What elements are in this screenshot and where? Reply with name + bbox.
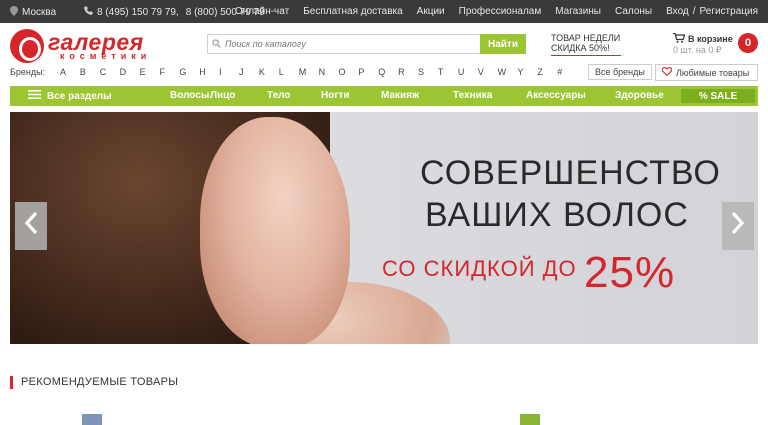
brand-letter[interactable]: W xyxy=(498,67,518,77)
favorites-label: Любимые товары xyxy=(676,67,750,78)
slider-next-button[interactable] xyxy=(722,202,754,250)
brand-letter[interactable]: Q xyxy=(378,67,398,77)
brand-letter[interactable]: F xyxy=(159,67,179,77)
link-free-delivery[interactable]: Бесплатная доставка xyxy=(303,6,402,17)
cart-title-row: В корзине xyxy=(673,32,733,45)
nav-item-accessories[interactable]: Аксессуары xyxy=(526,90,586,101)
brand-letter[interactable]: # xyxy=(557,67,577,77)
all-brands-button[interactable]: Все бренды xyxy=(588,64,652,80)
search-input[interactable] xyxy=(225,39,465,49)
brand-letter[interactable]: R xyxy=(398,67,418,77)
promo-line-1: ТОВАР НЕДЕЛИ xyxy=(551,33,621,43)
recommended-heading: РЕКОМЕНДУЕМЫЕ ТОВАРЫ xyxy=(10,375,178,389)
search-button[interactable]: Найти xyxy=(480,34,526,54)
auth-separator: / xyxy=(692,6,696,17)
phone-1[interactable]: 8 (495) 150 79 79, xyxy=(97,7,179,18)
location-pin-icon xyxy=(10,6,18,19)
brand-letter[interactable]: A xyxy=(60,67,80,77)
cart-icon xyxy=(673,32,686,45)
brand-letter[interactable]: N xyxy=(319,67,339,77)
nav-item-nails[interactable]: Ногти xyxy=(321,90,350,101)
cart-count-badge: 0 xyxy=(738,33,758,53)
link-salons[interactable]: Салоны xyxy=(615,6,652,17)
auth-links: Вход / Регистрация xyxy=(666,6,758,17)
nav-sale-button[interactable]: % SALE xyxy=(681,89,755,103)
brand-letter[interactable]: D xyxy=(120,67,140,77)
section-accent-bar xyxy=(10,375,13,389)
product-thumbnail[interactable] xyxy=(520,414,540,425)
brand-letter[interactable]: J xyxy=(239,67,259,77)
recommended-title: РЕКОМЕНДУЕМЫЕ ТОВАРЫ xyxy=(21,376,179,388)
brand-letter[interactable]: B xyxy=(80,67,100,77)
promo-line-2: СКИДКА 50%! xyxy=(551,43,610,53)
brand-letter[interactable]: P xyxy=(358,67,378,77)
product-thumbnail[interactable] xyxy=(82,414,102,425)
brand-letter[interactable]: Y xyxy=(517,67,537,77)
brand-letter[interactable]: V xyxy=(478,67,498,77)
top-bar: Москва 8 (495) 150 79 79, 8 (800) 500 79… xyxy=(0,0,768,23)
brand-letter[interactable]: T xyxy=(438,67,458,77)
menu-icon xyxy=(28,90,41,102)
promo-week[interactable]: ТОВАР НЕДЕЛИ СКИДКА 50%! xyxy=(551,33,621,56)
banner-headline-2: ВАШИХ ВОЛОС xyxy=(425,196,689,234)
link-promotions[interactable]: Акции xyxy=(417,6,445,17)
nav-item-face[interactable]: Лицо xyxy=(210,90,235,101)
promo-underline xyxy=(551,55,621,56)
favorites-button[interactable]: Любимые товары xyxy=(655,64,758,81)
search-field xyxy=(207,34,480,54)
nav-item-makeup[interactable]: Макияж xyxy=(381,90,419,101)
phone-icon xyxy=(84,6,93,18)
brand-letter[interactable]: C xyxy=(100,67,120,77)
cart-summary: 0 шт. на 0 ₽ xyxy=(673,45,722,55)
brand-letter[interactable]: Z xyxy=(537,67,557,77)
nav-item-tech[interactable]: Техника xyxy=(453,90,492,101)
logo-mark-icon xyxy=(10,29,44,63)
top-links: Онлайн-чат Бесплатная доставка Акции Про… xyxy=(235,6,758,17)
nav-item-hair[interactable]: Волосы xyxy=(170,90,209,101)
brand-letter[interactable]: O xyxy=(338,67,358,77)
banner-model-face-image xyxy=(200,117,350,344)
search-icon xyxy=(212,35,221,53)
link-online-chat[interactable]: Онлайн-чат xyxy=(235,6,289,17)
brand-letter[interactable]: S xyxy=(418,67,438,77)
site-logo[interactable]: галерея косметики xyxy=(10,29,180,63)
nav-all-sections-label: Все разделы xyxy=(47,90,112,102)
brand-letter[interactable]: H xyxy=(199,67,219,77)
brand-letter[interactable]: I xyxy=(219,67,239,77)
city-selector[interactable]: Москва xyxy=(10,6,56,19)
brand-letter[interactable]: K xyxy=(259,67,279,77)
heart-icon xyxy=(661,67,673,78)
cart-widget[interactable]: В корзине 0 шт. на 0 ₽ 0 xyxy=(673,32,759,57)
city-label: Москва xyxy=(22,7,57,18)
register-link[interactable]: Регистрация xyxy=(700,6,758,17)
link-stores[interactable]: Магазины xyxy=(555,6,601,17)
brands-row: Бренды: A B C D E F G H I J K L M N O P … xyxy=(10,64,760,81)
main-nav: Все разделы Волосы Лицо Тело Ногти Макия… xyxy=(10,86,758,106)
banner-discount-text: СО СКИДКОЙ ДО xyxy=(382,256,577,281)
brands-label: Бренды: xyxy=(10,67,46,77)
login-link[interactable]: Вход xyxy=(666,6,689,17)
cart-title: В корзине xyxy=(688,34,733,44)
banner-discount-value: 25% xyxy=(584,248,676,297)
nav-item-health[interactable]: Здоровье xyxy=(615,90,664,101)
brand-letter[interactable]: U xyxy=(458,67,478,77)
brand-letter[interactable]: L xyxy=(279,67,299,77)
nav-item-body[interactable]: Тело xyxy=(267,90,291,101)
hero-banner[interactable]: СОВЕРШЕНСТВО ВАШИХ ВОЛОС СО СКИДКОЙ ДО 2… xyxy=(10,112,758,344)
brand-letter[interactable]: E xyxy=(140,67,160,77)
brand-letter[interactable]: G xyxy=(179,67,199,77)
chevron-left-icon xyxy=(24,209,38,243)
nav-all-sections[interactable]: Все разделы xyxy=(28,90,112,102)
banner-headline-1: СОВЕРШЕНСТВО xyxy=(420,154,721,192)
link-professionals[interactable]: Профессионалам xyxy=(459,6,542,17)
slider-prev-button[interactable] xyxy=(15,202,47,250)
logo-subtitle: косметики xyxy=(60,51,152,61)
brand-letter[interactable]: M xyxy=(299,67,319,77)
brand-letters: A B C D E F G H I J K L M N O P Q R S T … xyxy=(60,67,577,77)
chevron-right-icon xyxy=(731,209,745,243)
search-bar: Найти xyxy=(207,34,526,54)
